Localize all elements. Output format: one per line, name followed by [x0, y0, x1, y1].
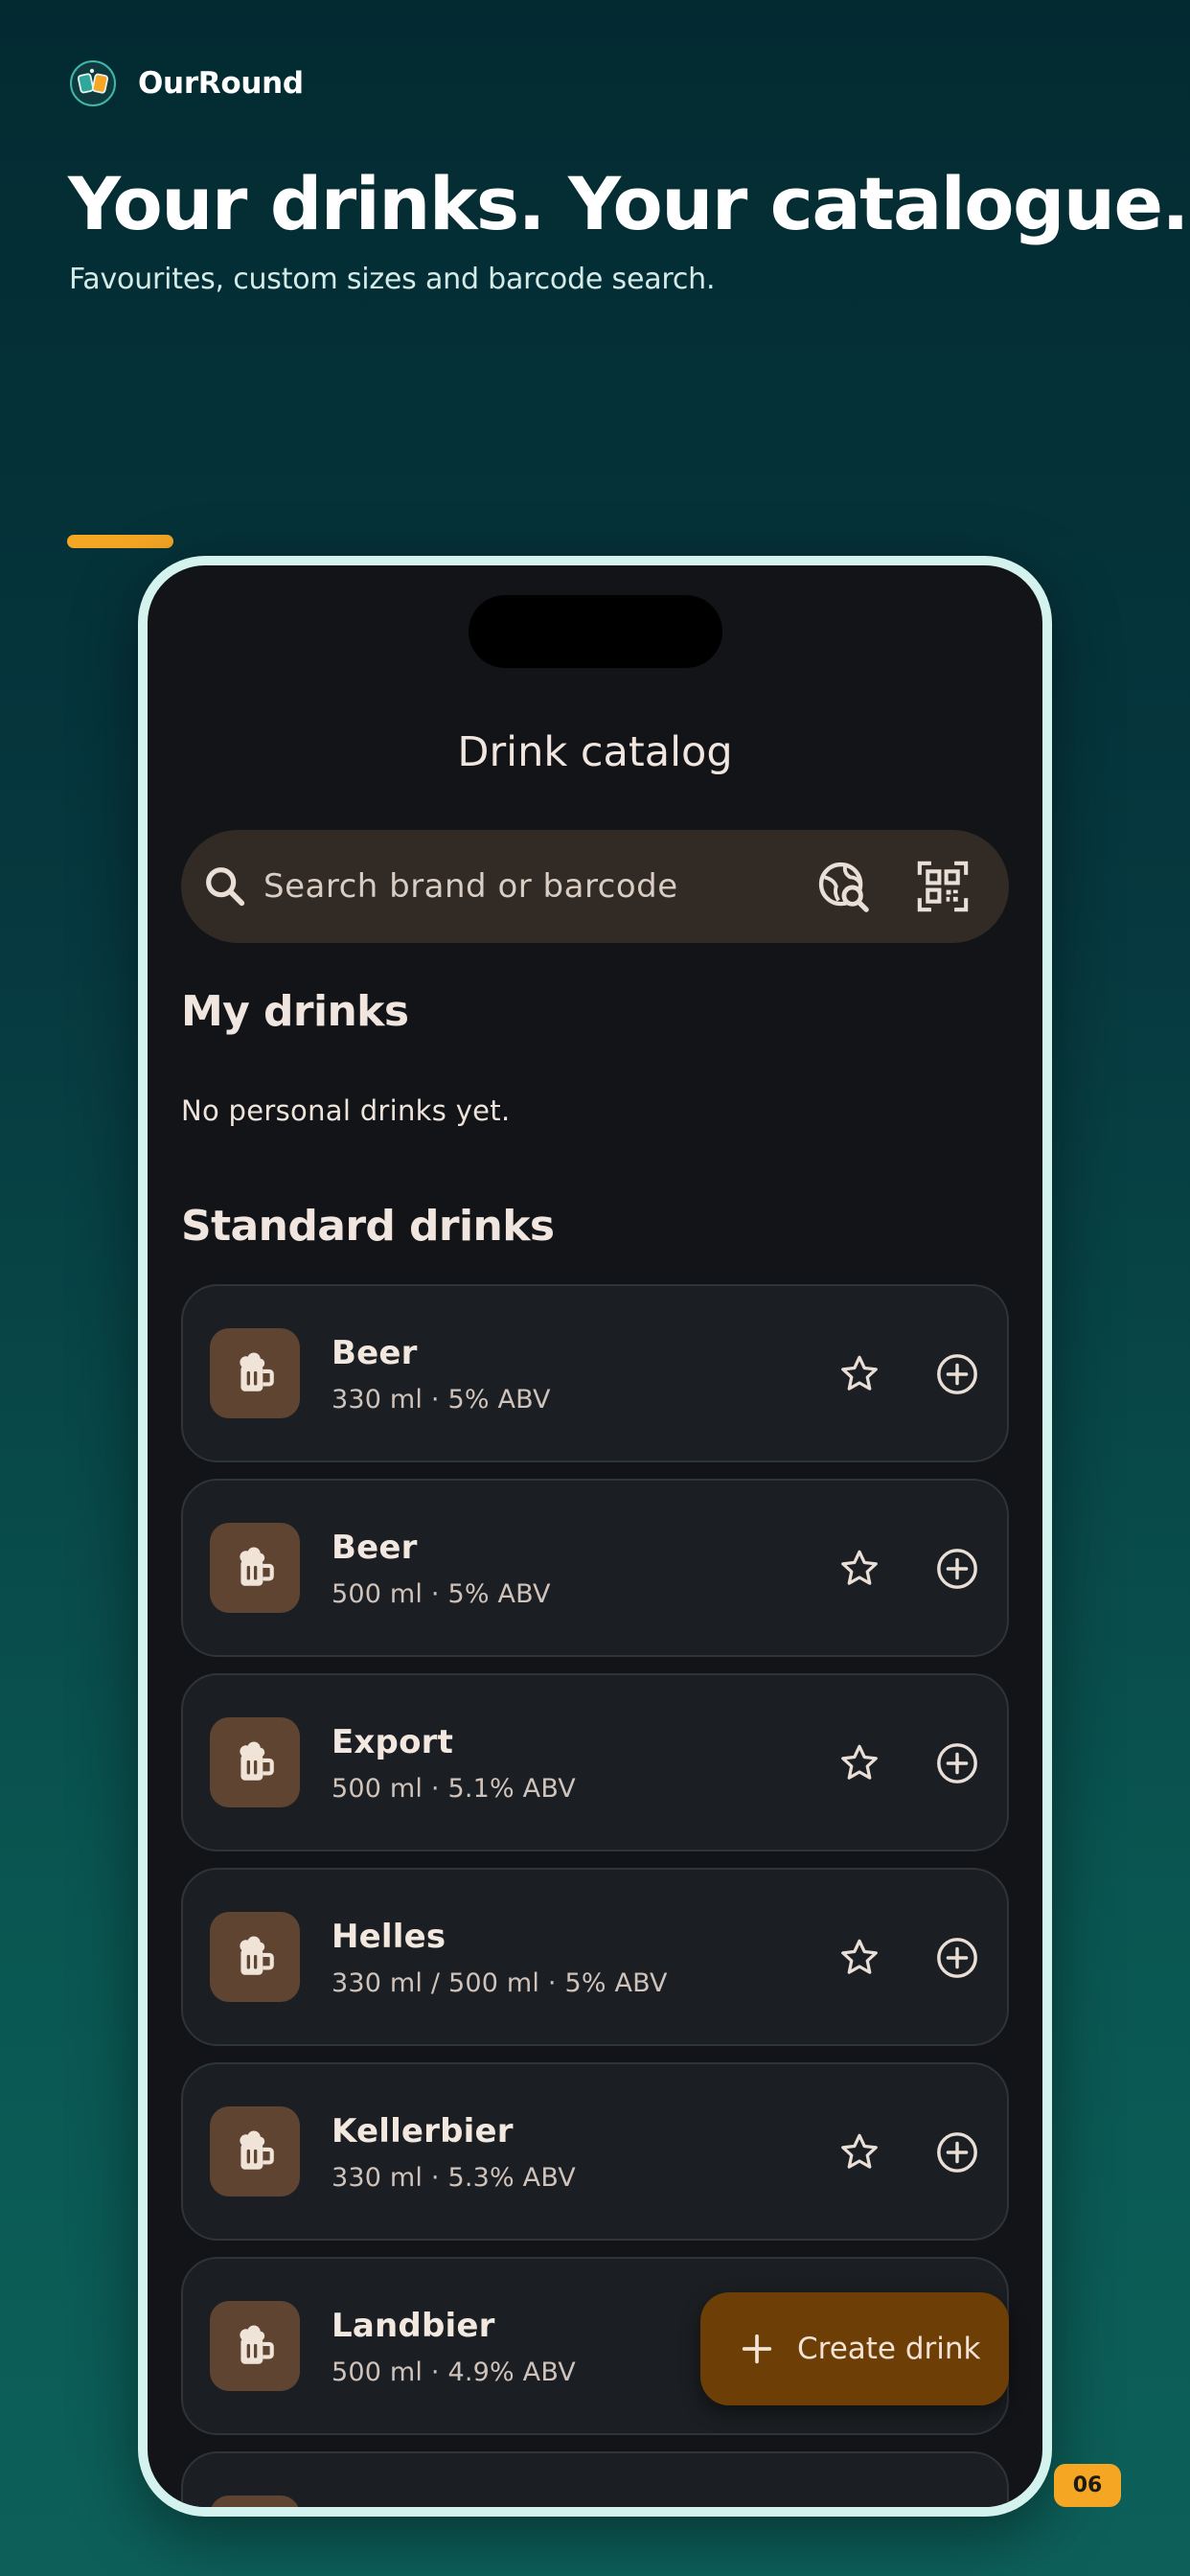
- create-drink-button[interactable]: Create drink: [700, 2292, 1009, 2405]
- star-icon[interactable]: [837, 1936, 881, 1980]
- drink-name: Export: [332, 1723, 454, 1761]
- search-bar[interactable]: [181, 830, 1009, 943]
- qr-code-scan-icon[interactable]: [915, 859, 971, 914]
- hero-subtitle: Favourites, custom sizes and barcode sea…: [69, 263, 716, 296]
- phone-screen: Drink catalog Search brand or barcode My…: [148, 565, 1042, 2507]
- drinks-cheers-icon: [70, 60, 116, 106]
- drink-icon: [210, 1912, 300, 2002]
- add-circle-icon[interactable]: [935, 1936, 979, 1980]
- drink-icon: [210, 2301, 300, 2391]
- add-circle-icon[interactable]: [935, 1352, 979, 1396]
- drink-detail: 500 ml · 5.1% ABV: [332, 1774, 576, 1804]
- drink-icon: [210, 1523, 300, 1613]
- drink-icon: [210, 2106, 300, 2196]
- drink-name: Kellerbier: [332, 2112, 514, 2150]
- standard-drinks-heading: Standard drinks: [181, 1202, 555, 1251]
- drink-name: Beer: [332, 1334, 418, 1372]
- brand: OurRound: [69, 59, 304, 107]
- app-title: Drink catalog: [457, 728, 733, 776]
- drink-card[interactable]: Helles 330 ml / 500 ml · 5% ABV: [181, 1868, 1009, 2046]
- drink-name: Beer: [332, 1529, 418, 1567]
- beer-mug-icon: [240, 1547, 274, 1586]
- drink-detail: 500 ml · 5% ABV: [332, 1579, 551, 1609]
- beer-mug-icon: [240, 1936, 274, 1975]
- drink-card[interactable]: Kellerbier 330 ml · 5.3% ABV: [181, 2062, 1009, 2241]
- search-input[interactable]: [263, 859, 800, 914]
- beer-mug-icon: [240, 2130, 274, 2170]
- drink-detail: 330 ml / 500 ml · 5% ABV: [332, 1968, 668, 1998]
- drink-detail: 500 ml · 4.9% ABV: [332, 2358, 576, 2387]
- drink-card[interactable]: Beer 500 ml · 5% ABV: [181, 1479, 1009, 1657]
- search-icon: [206, 867, 245, 907]
- star-icon[interactable]: [837, 1741, 881, 1785]
- drink-card[interactable]: Export 500 ml · 5.1% ABV: [181, 1673, 1009, 1852]
- my-drinks-heading: My drinks: [181, 987, 409, 1036]
- drink-name: Helles: [332, 1918, 446, 1956]
- add-circle-icon[interactable]: [935, 2130, 979, 2174]
- page-number-badge: 06: [1054, 2464, 1121, 2507]
- brand-name: OurRound: [138, 66, 304, 101]
- drink-card-partial[interactable]: [181, 2451, 1009, 2507]
- drink-icon: [210, 1717, 300, 1807]
- plus-icon: [742, 2334, 772, 2364]
- beer-mug-icon: [240, 1352, 274, 1392]
- beer-mug-icon: [240, 2325, 274, 2364]
- drink-detail: 330 ml · 5% ABV: [332, 1385, 551, 1414]
- star-icon[interactable]: [837, 2130, 881, 2174]
- beer-mug-icon: [240, 1741, 274, 1781]
- drink-card[interactable]: Beer 330 ml · 5% ABV: [181, 1284, 1009, 1462]
- phone-frame: Drink catalog Search brand or barcode My…: [138, 556, 1052, 2517]
- star-icon[interactable]: [837, 1352, 881, 1396]
- hero-title: Your drinks. Your catalogue.: [68, 161, 1189, 246]
- globe-search-icon[interactable]: [815, 859, 871, 914]
- create-drink-label: Create drink: [797, 2332, 981, 2366]
- accent-bar: [67, 535, 173, 548]
- add-circle-icon[interactable]: [935, 1741, 979, 1785]
- my-drinks-empty-text: No personal drinks yet.: [181, 1094, 511, 1127]
- drink-icon: [210, 2496, 300, 2507]
- drink-detail: 330 ml · 5.3% ABV: [332, 2163, 576, 2193]
- dynamic-island: [469, 595, 722, 668]
- add-circle-icon[interactable]: [935, 1547, 979, 1591]
- drink-icon: [210, 1328, 300, 1418]
- drink-name: Landbier: [332, 2307, 495, 2345]
- star-icon[interactable]: [837, 1547, 881, 1591]
